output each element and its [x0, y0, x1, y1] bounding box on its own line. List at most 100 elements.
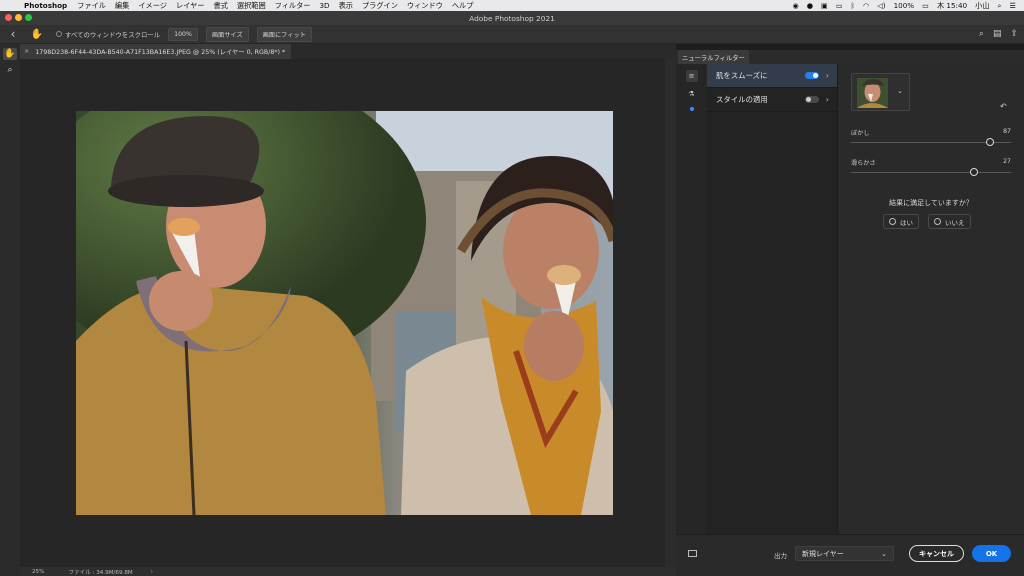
tools-panel: ✋ ⌕ [0, 44, 20, 576]
creative-cloud-icon[interactable]: ◉ [792, 1, 798, 10]
frown-icon [934, 218, 941, 225]
zoom-window-button[interactable] [25, 14, 32, 21]
filter-label: 肌をスムーズに [716, 71, 768, 80]
file-info[interactable]: ファイル : 34.9M/69.8M [68, 568, 132, 576]
battery-percent[interactable]: 100% [894, 1, 915, 10]
options-right-icons: ⌕ ▤ ⇪ [970, 29, 1024, 39]
face-thumbnail [857, 78, 888, 108]
document-image[interactable] [76, 111, 613, 515]
slider-value: 87 [1003, 128, 1011, 135]
feedback-no-button[interactable]: いいえ [928, 214, 971, 229]
smile-icon [889, 218, 896, 225]
reset-icon[interactable]: ↶ [1000, 102, 1007, 111]
back-arrow-icon[interactable]: ‹ [0, 27, 26, 41]
filter-list: 肌をスムーズに › スタイルの適用 › [707, 64, 838, 534]
battery-icon[interactable]: ▭ [922, 1, 929, 10]
feedback-yes-button[interactable]: はい [883, 214, 919, 229]
menu-plugins[interactable]: プラグイン [362, 1, 398, 11]
filter-label: スタイルの適用 [716, 95, 768, 104]
menu-view[interactable]: 表示 [339, 1, 353, 11]
feedback-yes-label: はい [900, 218, 913, 227]
zoom-level[interactable]: 25% [32, 569, 44, 575]
wifi-icon[interactable]: ◠ [863, 1, 869, 10]
window-title: Adobe Photoshop 2021 [469, 13, 555, 23]
workspace-icon[interactable]: ▤ [993, 29, 1002, 39]
minimize-window-button[interactable] [15, 14, 22, 21]
preview-toggle-icon[interactable] [688, 550, 697, 557]
spotlight-icon[interactable]: ⌕ [998, 1, 1002, 11]
screen-icon[interactable]: ▣ [821, 1, 828, 10]
filter-toggle[interactable] [804, 96, 819, 103]
filter-settings: ⌄ ↶ ぼかし 87 滑らかさ 27 結果に満足していますか？ はい いいえ [838, 64, 1024, 534]
menu-window[interactable]: ウィンドウ [407, 1, 443, 11]
share-icon[interactable]: ⇪ [1010, 29, 1018, 39]
chevron-down-icon[interactable]: ⌄ [897, 87, 903, 95]
ok-button[interactable]: OK [972, 545, 1011, 562]
menu-help[interactable]: ヘルプ [452, 1, 474, 11]
menu-select[interactable]: 選択範囲 [237, 1, 266, 11]
fit-screen-button[interactable]: 画面サイズ [205, 26, 249, 42]
search-icon[interactable]: ⌕ [979, 29, 984, 39]
volume-icon[interactable]: ◁) [877, 1, 885, 10]
status-icon[interactable]: ● [807, 1, 813, 10]
feedback-no-label: いいえ [945, 218, 965, 227]
menu-type[interactable]: 書式 [214, 1, 228, 11]
zoom-tool-icon[interactable]: ⌕ [3, 64, 17, 76]
filter-row-style-transfer[interactable]: スタイルの適用 › [707, 88, 837, 112]
neural-filters-tab[interactable]: ニューラルフィルター [678, 50, 749, 64]
cancel-button[interactable]: キャンセル [909, 545, 964, 562]
slider-handle[interactable] [970, 168, 979, 176]
zoom-100-button[interactable]: 100% [168, 27, 198, 41]
output-label: 出力 [774, 552, 787, 560]
slider-handle[interactable] [986, 138, 995, 146]
menu-3d[interactable]: 3D [319, 1, 329, 10]
fill-screen-button[interactable]: 画面にフィット [256, 26, 312, 42]
filter-row-skin-smoothing[interactable]: 肌をスムーズに › [707, 64, 837, 88]
menu-image[interactable]: イメージ [138, 1, 167, 11]
menu-filter[interactable]: フィルター [275, 1, 311, 11]
photo-illustration [76, 111, 613, 515]
hand-tool-icon[interactable]: ✋ [26, 29, 48, 40]
bluetooth-icon[interactable]: ᛒ [851, 1, 855, 10]
smoothness-slider[interactable]: 滑らかさ 27 [851, 158, 1011, 176]
close-window-button[interactable] [5, 14, 12, 21]
menu-layer[interactable]: レイヤー [176, 1, 205, 11]
menu-edit[interactable]: 編集 [115, 1, 129, 11]
clock[interactable]: 木 15:40 [937, 1, 967, 11]
scroll-all-windows-checkbox[interactable]: すべてのウィンドウをスクロール [56, 30, 160, 39]
output-select[interactable]: 新規レイヤー ⌄ [795, 546, 894, 561]
airplay-icon[interactable]: ▭ [836, 1, 843, 10]
title-bar: Adobe Photoshop 2021 [0, 11, 1024, 25]
output-value: 新規レイヤー [802, 549, 844, 558]
all-filters-icon[interactable]: ≡ [685, 70, 698, 82]
menu-bar: Photoshop ファイル 編集 イメージ レイヤー 書式 選択範囲 フィルタ… [0, 0, 1024, 11]
chevron-right-icon[interactable]: › [826, 95, 829, 104]
scroll-all-label: すべてのウィンドウをスクロール [65, 30, 161, 39]
slider-track[interactable] [851, 168, 1011, 176]
hand-tool-icon[interactable]: ✋ [3, 48, 17, 60]
status-bar: 25% ファイル : 34.9M/69.8M › [20, 567, 676, 576]
neural-filters-footer: 出力 新規レイヤー ⌄ キャンセル OK [676, 534, 1024, 576]
neural-filters-header: ニューラルフィルター [676, 50, 1024, 64]
filter-toggle[interactable] [804, 72, 819, 79]
feedback-question: 結果に満足していますか？ [889, 199, 973, 207]
menu-file[interactable]: ファイル [77, 1, 106, 11]
close-tab-icon[interactable]: × [24, 48, 29, 55]
chevron-right-icon[interactable]: › [826, 71, 829, 80]
user-name[interactable]: 小山 [975, 1, 989, 11]
options-bar: ‹ ✋ すべてのウィンドウをスクロール 100% 画面サイズ 画面にフィット ⌕… [0, 25, 1024, 44]
menu-extras: ◉ ● ▣ ▭ ᛒ ◠ ◁) 100% ▭ 木 15:40 小山 ⌕ ☰ [784, 1, 1024, 11]
document-tab[interactable]: × 1798D238-6F44-43DA-B540-A71F13BA16E3.J… [20, 44, 292, 59]
control-center-icon[interactable]: ☰ [1010, 1, 1016, 10]
neural-filters-category-bar: ≡ ⚗ [676, 64, 707, 534]
status-menu-chevron-icon[interactable]: › [151, 569, 153, 575]
active-filter-indicator [689, 107, 694, 111]
document-tab-bar: × 1798D238-6F44-43DA-B540-A71F13BA16E3.J… [20, 44, 676, 59]
face-selector[interactable]: ⌄ [851, 73, 910, 111]
slider-label: 滑らかさ [851, 160, 876, 167]
menu-app-name[interactable]: Photoshop [24, 1, 67, 10]
vertical-scrollbar[interactable] [665, 59, 676, 567]
beta-filters-icon[interactable]: ⚗ [686, 88, 698, 100]
blur-slider[interactable]: ぼかし 87 [851, 128, 1011, 146]
slider-track[interactable] [851, 138, 1011, 146]
